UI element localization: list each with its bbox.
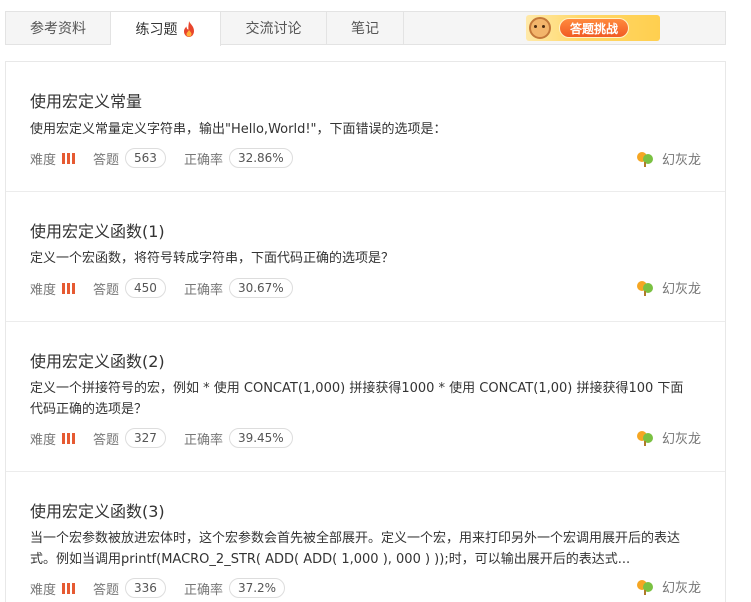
tab-label: 参考资料 [30,21,86,37]
difficulty-label: 难度 [30,432,57,448]
question-list: 使用宏定义常量 使用宏定义常量定义字符串，输出"Hello,World!"，下面… [5,61,726,602]
tab-label: 笔记 [351,21,379,37]
accuracy-value: 32.86% [228,148,293,168]
difficulty-label: 难度 [30,282,57,298]
question-meta: 难度 答题 327 正确率 39.45% [30,428,311,448]
difficulty-bars-icon [62,152,76,164]
author-avatar-icon [636,430,653,446]
author[interactable]: 幻灰龙 [636,577,701,596]
question-meta: 难度 答题 563 正确率 32.86% [30,148,311,168]
tab-reference[interactable]: 参考资料 [6,12,111,44]
author-name: 幻灰龙 [661,432,701,447]
author[interactable]: 幻灰龙 [636,149,701,168]
author[interactable]: 幻灰龙 [636,278,701,297]
tab-notes[interactable]: 笔记 [327,12,404,44]
question-title[interactable]: 使用宏定义函数(2) [30,348,165,372]
answer-challenge-label: 答题挑战 [559,18,630,38]
author-avatar-icon [636,280,653,296]
question-title[interactable]: 使用宏定义函数(1) [30,218,165,242]
answers-label: 答题 [93,152,120,168]
monkey-mascot-icon [529,17,551,39]
question-meta: 难度 答题 450 正确率 30.67% [30,278,311,298]
accuracy-label: 正确率 [183,282,223,298]
difficulty-label: 难度 [30,582,57,598]
tab-exercises[interactable]: 练习题 [111,12,221,46]
question-description: 定义一个宏函数，将符号转成字符串，下面代码正确的选项是？ [30,251,395,266]
accuracy-value: 30.67% [228,278,293,298]
answers-label: 答题 [93,582,120,598]
answers-label: 答题 [93,282,120,298]
difficulty-bars-icon [62,582,76,594]
author-name: 幻灰龙 [661,153,701,168]
accuracy-label: 正确率 [183,582,223,598]
accuracy-label: 正确率 [183,432,223,448]
difficulty-bars-icon [62,432,76,444]
author-name: 幻灰龙 [661,282,701,297]
accuracy-value: 39.45% [228,428,293,448]
question-meta: 难度 答题 336 正确率 37.2% [30,578,303,598]
question-item[interactable]: 使用宏定义函数(3) 当一个宏参数被放进宏体时，这个宏参数会首先被全部展开。定义… [6,472,725,602]
author-name: 幻灰龙 [661,581,701,596]
author-avatar-icon [636,151,653,167]
question-title[interactable]: 使用宏定义函数(3) [30,498,165,522]
answer-challenge-banner[interactable]: 答题挑战 [526,15,660,41]
question-item[interactable]: 使用宏定义函数(2) 定义一个拼接符号的宏，例如 * 使用 CONCAT(1,0… [6,322,725,472]
answers-count: 336 [125,578,166,598]
answers-count: 327 [125,428,166,448]
tab-label: 练习题 [135,22,178,38]
question-description: 当一个宏参数被放进宏体时，这个宏参数会首先被全部展开。定义一个宏，用来打印另外一… [30,531,681,567]
question-item[interactable]: 使用宏定义函数(1) 定义一个宏函数，将符号转成字符串，下面代码正确的选项是？ … [6,192,725,322]
question-item[interactable]: 使用宏定义常量 使用宏定义常量定义字符串，输出"Hello,World!"，下面… [6,62,725,192]
question-description: 使用宏定义常量定义字符串，输出"Hello,World!"，下面错误的选项是： [30,122,447,137]
difficulty-bars-icon [62,282,76,294]
tab-discussion[interactable]: 交流讨论 [221,12,327,44]
answers-count: 450 [125,278,166,298]
answers-label: 答题 [93,432,120,448]
author[interactable]: 幻灰龙 [636,428,701,447]
accuracy-value: 37.2% [228,578,286,598]
accuracy-label: 正确率 [183,152,223,168]
fire-icon [183,21,194,37]
question-description: 定义一个拼接符号的宏，例如 * 使用 CONCAT(1,000) 拼接获得100… [30,381,684,417]
difficulty-label: 难度 [30,152,57,168]
answers-count: 563 [125,148,166,168]
tab-label: 交流讨论 [245,21,302,37]
question-title[interactable]: 使用宏定义常量 [30,88,142,112]
author-avatar-icon [636,579,653,595]
